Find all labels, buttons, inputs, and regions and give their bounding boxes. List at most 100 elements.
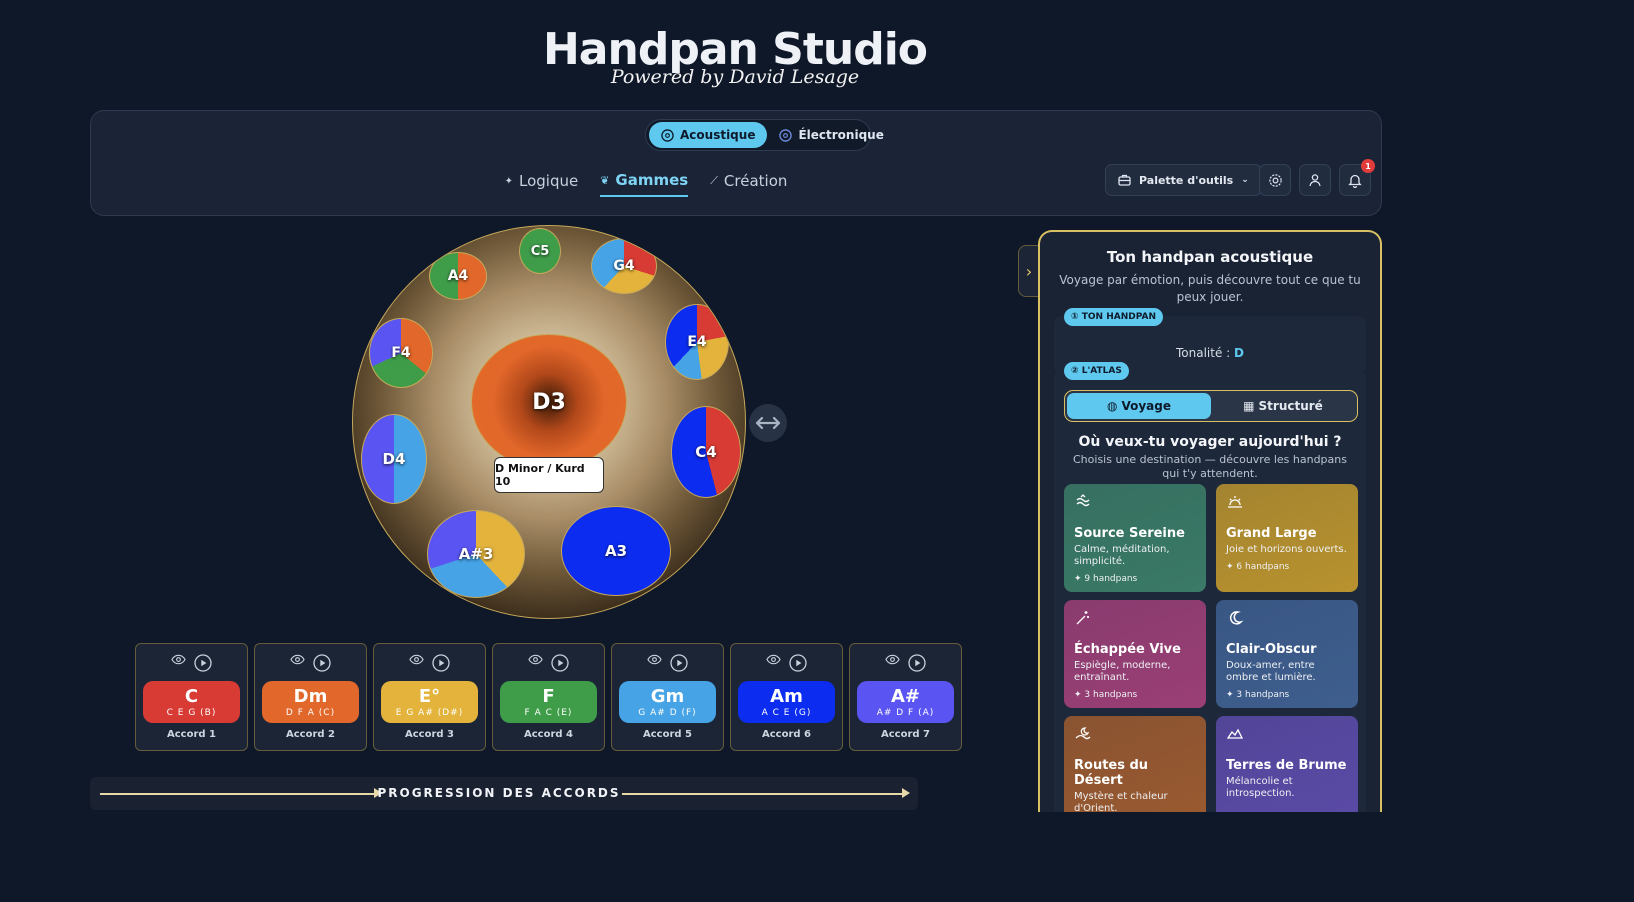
chord-card[interactable]: FF A C (E) Accord 4 <box>492 643 605 751</box>
chord-label: Accord 4 <box>524 729 573 740</box>
destination-card[interactable]: Clair-Obscur Doux-amer, entre ombre et lu… <box>1216 600 1358 708</box>
chord-card[interactable]: Am A C E (G) Accord 6 <box>730 643 843 751</box>
play-icon[interactable] <box>551 654 569 672</box>
destination-card[interactable]: Terres de Brume Mélancolie et introspecti… <box>1216 716 1358 812</box>
chord-card[interactable]: A# A# D F (A) Accord 7 <box>849 643 962 751</box>
note-d4[interactable]: D4 <box>361 414 427 504</box>
chord-pill[interactable]: A# A# D F (A) <box>857 681 954 723</box>
chord-pill[interactable]: E° E G A# (D#) <box>381 681 478 723</box>
note-a-sharp-3[interactable]: A#3 <box>427 510 525 598</box>
destination-card[interactable]: Grand Large Joie et horizons ouverts. ✦ 6 … <box>1216 484 1358 592</box>
profile-button[interactable] <box>1299 164 1331 196</box>
notifications-button[interactable]: 1 <box>1339 159 1375 196</box>
swap-view-button[interactable] <box>749 404 787 442</box>
panel-collapse-button[interactable]: › <box>1018 245 1040 297</box>
note-label: C5 <box>530 243 550 259</box>
eye-icon[interactable] <box>171 654 186 665</box>
eye-icon[interactable] <box>409 654 424 665</box>
note-c5[interactable]: C5 <box>519 228 561 274</box>
progression-line-left <box>100 793 376 795</box>
note-label: A4 <box>447 268 469 284</box>
chord-pill[interactable]: Dm D F A (C) <box>262 681 359 723</box>
play-icon[interactable] <box>789 654 807 672</box>
note-e4[interactable]: E4 <box>665 304 729 380</box>
atlas-view-switch: ◍ Voyage ▦ Structuré <box>1064 390 1358 422</box>
chord-actions <box>731 654 842 672</box>
waves-icon <box>1076 494 1090 507</box>
chord-pill[interactable]: FF A C (E) <box>500 681 597 723</box>
tab-structured[interactable]: ▦ Structuré <box>1211 393 1355 419</box>
settings-button[interactable] <box>1259 164 1291 196</box>
play-icon[interactable] <box>432 654 450 672</box>
tonality-value[interactable]: D <box>1234 346 1244 360</box>
play-icon[interactable] <box>670 654 688 672</box>
chord-card[interactable]: Gm G A# D (F) Accord 5 <box>611 643 724 751</box>
destination-card[interactable]: Source Sereine Calme, méditation, simplic… <box>1064 484 1206 592</box>
note-f4[interactable]: F4 <box>369 318 433 388</box>
note-label: E4 <box>687 334 707 350</box>
play-icon[interactable] <box>194 654 212 672</box>
progression-label: PROGRESSION DES ACCORDS <box>377 786 621 800</box>
eye-icon[interactable] <box>766 654 781 665</box>
tonality-label: Tonalité : <box>1175 346 1231 360</box>
tab-logic[interactable]: ✦ Logique <box>505 171 579 197</box>
tab-scales[interactable]: ❦ Gammes <box>600 171 689 197</box>
chord-card[interactable]: Dm D F A (C) Accord 2 <box>254 643 367 751</box>
eye-icon[interactable] <box>290 654 305 665</box>
note-label: C4 <box>695 443 717 461</box>
chord-pill[interactable]: Gm G A# D (F) <box>619 681 716 723</box>
destination-description: Doux-amer, entre ombre et lumière. <box>1226 660 1316 683</box>
chord-pill[interactable]: CC E G (B) <box>143 681 240 723</box>
tools-palette-label: Palette d'outils <box>1139 173 1234 187</box>
chord-progression-bar[interactable]: PROGRESSION DES ACCORDS <box>90 777 918 810</box>
chord-card[interactable]: E° E G A# (D#) Accord 3 <box>373 643 486 751</box>
chord-notes: A C E (G) <box>761 707 812 718</box>
bell-icon <box>1348 174 1362 188</box>
note-c4[interactable]: C4 <box>671 406 741 498</box>
globe-icon: ◍ <box>1106 399 1118 413</box>
mode-electronic-button[interactable]: Électronique <box>767 122 895 148</box>
destination-count: ✦ 3 handpans <box>1074 690 1138 700</box>
tools-palette-button[interactable]: Palette d'outils ⌄ <box>1105 164 1262 196</box>
chord-list: CC E G (B) Accord 1 Dm D F A (C) Accord 2 E° E… <box>135 643 962 751</box>
chord-notes: G A# D (F) <box>638 707 697 718</box>
chord-actions <box>850 654 961 672</box>
eye-icon[interactable] <box>528 654 543 665</box>
play-icon[interactable] <box>313 654 331 672</box>
eye-icon[interactable] <box>647 654 662 665</box>
note-g4[interactable]: G4 <box>591 238 657 294</box>
user-icon <box>1309 174 1321 187</box>
note-a4[interactable]: A4 <box>429 252 487 300</box>
destination-card[interactable]: Échappée Vive Espiègle, moderne, entraîna… <box>1064 600 1206 708</box>
mode-switch: Acoustique Électronique <box>645 119 884 151</box>
tab-scales-label: Gammes <box>615 171 689 189</box>
play-icon[interactable] <box>908 654 926 672</box>
chord-notes: A# D F (A) <box>876 707 935 718</box>
chord-label: Accord 1 <box>167 729 216 740</box>
chord-name: Gm <box>650 685 685 707</box>
sunrise-icon <box>1228 496 1242 508</box>
destination-description: Calme, méditation, simplicité. <box>1074 544 1170 567</box>
chord-name: E° <box>418 685 441 707</box>
destination-card[interactable]: Routes du Désert Mystère et chaleur d'Ori… <box>1064 716 1206 812</box>
chord-name: Am <box>770 685 803 707</box>
note-a3[interactable]: A3 <box>561 506 671 596</box>
scale-name-label[interactable]: D Minor / Kurd 10 <box>494 457 604 493</box>
chord-notes: C E G (B) <box>166 707 217 718</box>
center-note-label: D3 <box>532 389 566 415</box>
tab-voyage[interactable]: ◍ Voyage <box>1067 393 1211 419</box>
chord-notes: F A C (E) <box>524 707 573 718</box>
destination-description: Mélancolie et introspection. <box>1226 776 1295 799</box>
destination-title: Source Sereine <box>1074 526 1185 541</box>
center-note-ding[interactable]: D3 <box>471 334 627 470</box>
chord-actions <box>136 654 247 672</box>
chord-pill[interactable]: Am A C E (G) <box>738 681 835 723</box>
eye-icon[interactable] <box>885 654 900 665</box>
mode-acoustic-button[interactable]: Acoustique <box>649 122 768 148</box>
tab-creation[interactable]: ⟋ Création <box>710 171 787 197</box>
moon-icon <box>1229 611 1244 625</box>
wand-icon: ⟋ <box>710 174 718 187</box>
chord-label: Accord 2 <box>286 729 335 740</box>
chord-card[interactable]: CC E G (B) Accord 1 <box>135 643 248 751</box>
chord-label: Accord 5 <box>643 729 692 740</box>
